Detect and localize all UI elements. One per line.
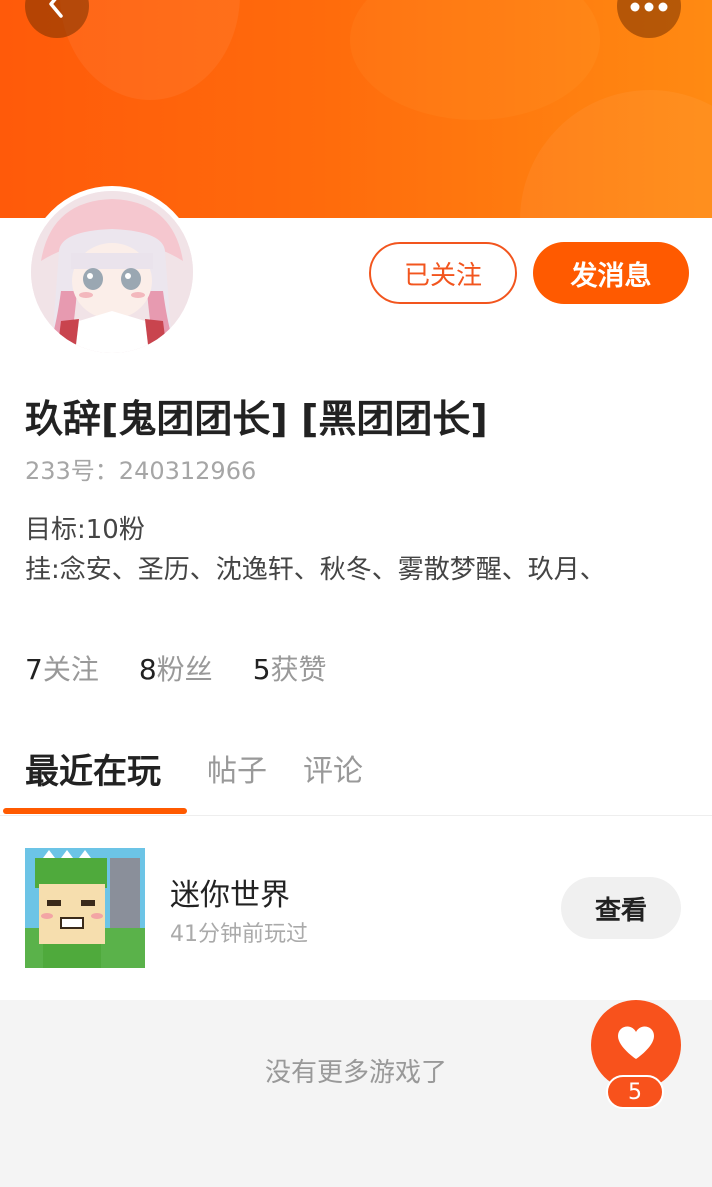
stat-label: 粉丝 bbox=[156, 653, 213, 686]
chevron-left-icon bbox=[42, 0, 72, 23]
tab-posts[interactable]: 帖子 bbox=[207, 746, 267, 790]
stat-number: 7 bbox=[25, 653, 43, 686]
followed-button[interactable]: 已关注 bbox=[369, 242, 517, 304]
username: 玖辞[鬼团团长] [黑团团长] bbox=[25, 397, 488, 441]
bio-line: 目标:10粉 bbox=[25, 515, 145, 545]
like-count-badge: 5 bbox=[606, 1075, 664, 1109]
banner-decoration bbox=[350, 0, 600, 120]
more-button[interactable] bbox=[617, 0, 681, 38]
game-list-item[interactable]: 迷你世界 41分钟前玩过 查看 bbox=[0, 816, 712, 1000]
bio: 目标:10粉 挂:念安、圣历、沈逸轩、秋冬、雾散梦醒、玖月、 bbox=[25, 510, 606, 590]
stat-following[interactable]: 7关注 bbox=[25, 648, 99, 688]
stats-row: 7关注 8粉丝 5获赞 bbox=[25, 648, 367, 688]
game-last-played: 41分钟前玩过 bbox=[170, 922, 308, 947]
tab-bar: 最近在玩 帖子 评论 bbox=[0, 740, 712, 816]
view-game-button[interactable]: 查看 bbox=[561, 877, 681, 939]
profile-page: 已关注 发消息 玖辞[鬼团团长] [黑团团长] 233号：240312966 目… bbox=[0, 0, 712, 1187]
send-message-button[interactable]: 发消息 bbox=[533, 242, 689, 304]
stat-followers[interactable]: 8粉丝 bbox=[139, 648, 213, 688]
game-title: 迷你世界 bbox=[170, 878, 290, 913]
heart-icon bbox=[616, 1025, 656, 1065]
tab-recently-played[interactable]: 最近在玩 bbox=[25, 744, 161, 793]
stat-likes[interactable]: 5获赞 bbox=[253, 648, 327, 688]
game-icon bbox=[25, 848, 145, 968]
avatar[interactable] bbox=[26, 186, 198, 358]
user-id: 233号：240312966 bbox=[25, 457, 257, 485]
stat-label: 获赞 bbox=[270, 653, 327, 686]
stat-number: 8 bbox=[138, 653, 157, 686]
stat-number: 5 bbox=[252, 653, 271, 686]
more-dots-icon bbox=[629, 0, 669, 16]
avatar-image bbox=[31, 191, 193, 353]
stat-label: 关注 bbox=[42, 653, 99, 686]
active-tab-indicator bbox=[3, 808, 187, 814]
bio-line: 挂:念安、圣历、沈逸轩、秋冬、雾散梦醒、玖月、 bbox=[25, 555, 606, 585]
tab-comments[interactable]: 评论 bbox=[303, 746, 363, 790]
banner-decoration bbox=[520, 90, 712, 218]
